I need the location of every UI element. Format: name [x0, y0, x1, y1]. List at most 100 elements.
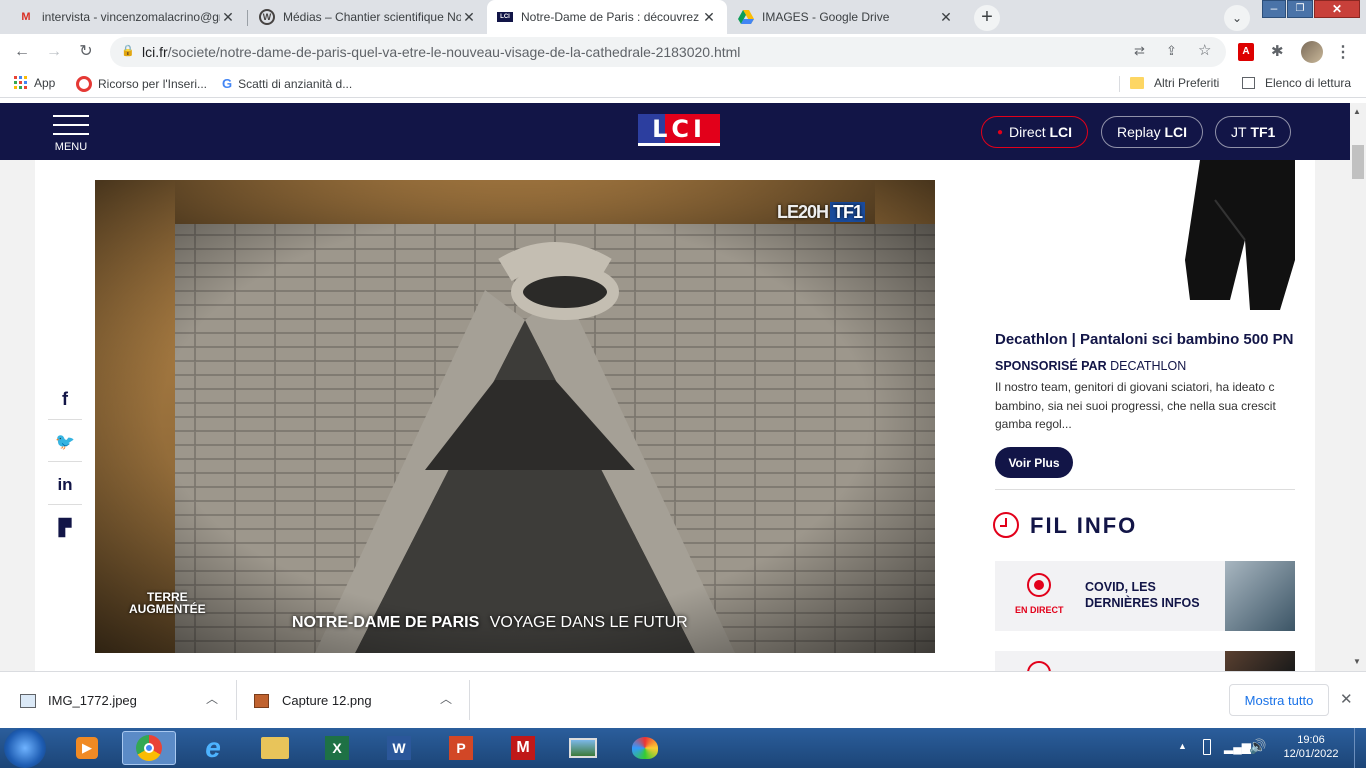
target-icon: [76, 76, 92, 92]
download-filename[interactable]: Capture 12.png: [282, 693, 372, 708]
photo-viewer-icon[interactable]: [556, 731, 610, 765]
excel-icon[interactable]: X: [310, 731, 364, 765]
caption-title: NOTRE-DAME DE PARIS: [292, 614, 480, 631]
bookmark-label: Altri Preferiti: [1154, 76, 1220, 90]
gmail-icon: M: [21, 11, 31, 23]
nav-prefix: JT: [1231, 124, 1247, 140]
lci-icon: LCI: [497, 12, 513, 22]
bookmark-scatti[interactable]: G Scatti di anzianità d...: [222, 76, 352, 91]
flipboard-share-icon[interactable]: ▛: [48, 508, 82, 548]
close-icon[interactable]: ✕: [461, 9, 477, 26]
chevron-up-icon[interactable]: ︿: [206, 690, 218, 707]
back-arrow-icon[interactable]: ←: [12, 42, 32, 62]
tab-title: IMAGES - Google Drive: [762, 10, 890, 24]
video-player[interactable]: LE20H TF1 TERRE AUGMENTÉE NOTRE-DAME DE P…: [95, 180, 935, 653]
profile-avatar[interactable]: [1301, 41, 1323, 63]
internet-explorer-icon[interactable]: e: [186, 731, 240, 765]
reload-icon[interactable]: ↻: [76, 42, 96, 62]
tab-lci[interactable]: LCI Notre-Dame de Paris : découvrez l ✕: [487, 0, 727, 34]
ad-image[interactable]: [995, 160, 1295, 315]
lci-logo[interactable]: LCI: [638, 114, 720, 146]
taskbar-clock[interactable]: 19:06 12/01/2022: [1276, 733, 1346, 761]
jt-tf1-button[interactable]: JT TF1: [1215, 116, 1292, 148]
minimize-button[interactable]: –: [1262, 0, 1286, 18]
windows-taskbar: ▶ e X W P M ▲ ▂▄▆ 🔊 19:06 12/01/2022: [0, 728, 1366, 768]
news-item[interactable]: EN DIRECT COVID, LES DERNIÈRES INFOS: [995, 561, 1295, 631]
logo-text: LCI: [652, 114, 706, 143]
menu-button[interactable]: MENU: [53, 115, 89, 153]
tab-google-drive[interactable]: IMAGES - Google Drive ✕: [728, 0, 964, 34]
replay-lci-button[interactable]: Replay LCI: [1101, 116, 1204, 148]
live-badge: EN DIRECT: [1015, 605, 1064, 615]
powerpoint-icon[interactable]: P: [434, 731, 488, 765]
bookmark-ricorso[interactable]: Ricorso per l'Inseri...: [76, 76, 207, 92]
clock-time: 19:06: [1297, 734, 1325, 746]
bookmark-reading-list[interactable]: Elenco di lettura: [1242, 76, 1351, 90]
paint-icon[interactable]: [618, 731, 672, 765]
word-icon[interactable]: W: [372, 731, 426, 765]
chrome-icon[interactable]: [122, 731, 176, 765]
sponsored-prefix: SPONSORISÉ PAR: [995, 359, 1107, 373]
maximize-button[interactable]: ❐: [1287, 0, 1313, 18]
page-scrollbar[interactable]: ▲ ▼: [1350, 103, 1366, 671]
news-item[interactable]: [995, 651, 1295, 671]
facebook-share-icon[interactable]: f: [48, 380, 82, 420]
start-button[interactable]: [4, 728, 46, 768]
new-tab-button[interactable]: +: [974, 5, 1000, 31]
mcafee-icon[interactable]: M: [496, 731, 550, 765]
scroll-up-icon[interactable]: ▲: [1353, 107, 1361, 116]
wordpress-icon: W: [259, 9, 275, 25]
tab-title: Notre-Dame de Paris : découvrez l: [521, 10, 701, 24]
ad-title[interactable]: Decathlon | Pantaloni sci bambino 500 PN: [995, 331, 1295, 348]
show-hidden-icons-icon[interactable]: ▲: [1178, 741, 1187, 751]
tab-gmail[interactable]: M intervista - vincenzomalacrino@gm ✕: [8, 0, 246, 34]
network-signal-icon[interactable]: ▂▄▆: [1224, 740, 1251, 754]
sponsor-name[interactable]: DECATHLON: [1110, 359, 1186, 373]
download-filename[interactable]: IMG_1772.jpeg: [48, 693, 137, 708]
file-explorer-icon[interactable]: [248, 731, 302, 765]
close-icon[interactable]: ✕: [1340, 690, 1353, 708]
close-icon[interactable]: ✕: [938, 9, 954, 26]
bookmark-label: Elenco di lettura: [1265, 76, 1352, 90]
translate-icon[interactable]: ⇄: [1134, 43, 1145, 59]
tab-search-chevron-icon[interactable]: ⌄: [1224, 5, 1250, 31]
bookmark-app[interactable]: App: [14, 76, 55, 90]
voir-plus-button[interactable]: Voir Plus: [995, 447, 1073, 478]
battery-icon[interactable]: [1203, 739, 1211, 755]
address-bar[interactable]: 🔒 lci.fr/societe/notre-dame-de-paris-que…: [110, 37, 1226, 67]
pdf-extension-icon[interactable]: A: [1238, 43, 1254, 61]
cathedral-vault-image: [95, 180, 935, 653]
apps-grid-icon: [14, 76, 27, 89]
tab-wordpress[interactable]: W Médias – Chantier scientifique Not ✕: [249, 0, 487, 34]
channel-logo: LE20H TF1: [777, 202, 866, 223]
tab-title: intervista - vincenzomalacrino@gm: [42, 10, 220, 24]
divider: [995, 489, 1295, 490]
extensions-puzzle-icon[interactable]: ✱: [1271, 42, 1284, 60]
linkedin-share-icon[interactable]: in: [48, 465, 82, 505]
bookmark-label: Scatti di anzianità d...: [238, 76, 353, 91]
video-caption: NOTRE-DAME DE PARIS VOYAGE DANS LE FUTUR: [292, 614, 688, 632]
close-icon[interactable]: ✕: [220, 9, 236, 26]
show-all-downloads-button[interactable]: Mostra tutto: [1229, 684, 1329, 716]
twitter-share-icon[interactable]: 🐦: [48, 422, 82, 462]
forward-arrow-icon[interactable]: →: [44, 42, 64, 62]
google-drive-icon: [738, 9, 754, 25]
show-desktop-button[interactable]: [1354, 728, 1366, 768]
tab-strip: M intervista - vincenzomalacrino@gm ✕ W …: [0, 0, 1366, 34]
download-bar: IMG_1772.jpeg ︿ Capture 12.png ︿ Mostra …: [0, 671, 1366, 728]
more-menu-icon[interactable]: ⋮: [1335, 42, 1351, 62]
share-icon[interactable]: ⇪: [1166, 43, 1177, 59]
scrollbar-thumb[interactable]: [1352, 145, 1364, 179]
news-title: COVID, LES DERNIÈRES INFOS: [1085, 580, 1200, 610]
direct-lci-button[interactable]: ● Direct LCI: [981, 116, 1089, 148]
bookmark-star-icon[interactable]: ☆: [1198, 41, 1211, 59]
hamburger-icon: [53, 115, 89, 135]
close-icon[interactable]: ✕: [701, 9, 717, 26]
bookmark-altri-preferiti[interactable]: Altri Preferiti: [1130, 76, 1219, 90]
close-window-button[interactable]: ✕: [1314, 0, 1360, 18]
chevron-up-icon[interactable]: ︿: [440, 690, 452, 707]
volume-icon[interactable]: 🔊: [1249, 738, 1266, 755]
scroll-down-icon[interactable]: ▼: [1353, 657, 1361, 666]
media-player-icon[interactable]: ▶: [60, 731, 114, 765]
url-path: /societe/notre-dame-de-paris-quel-va-etr…: [167, 44, 741, 60]
